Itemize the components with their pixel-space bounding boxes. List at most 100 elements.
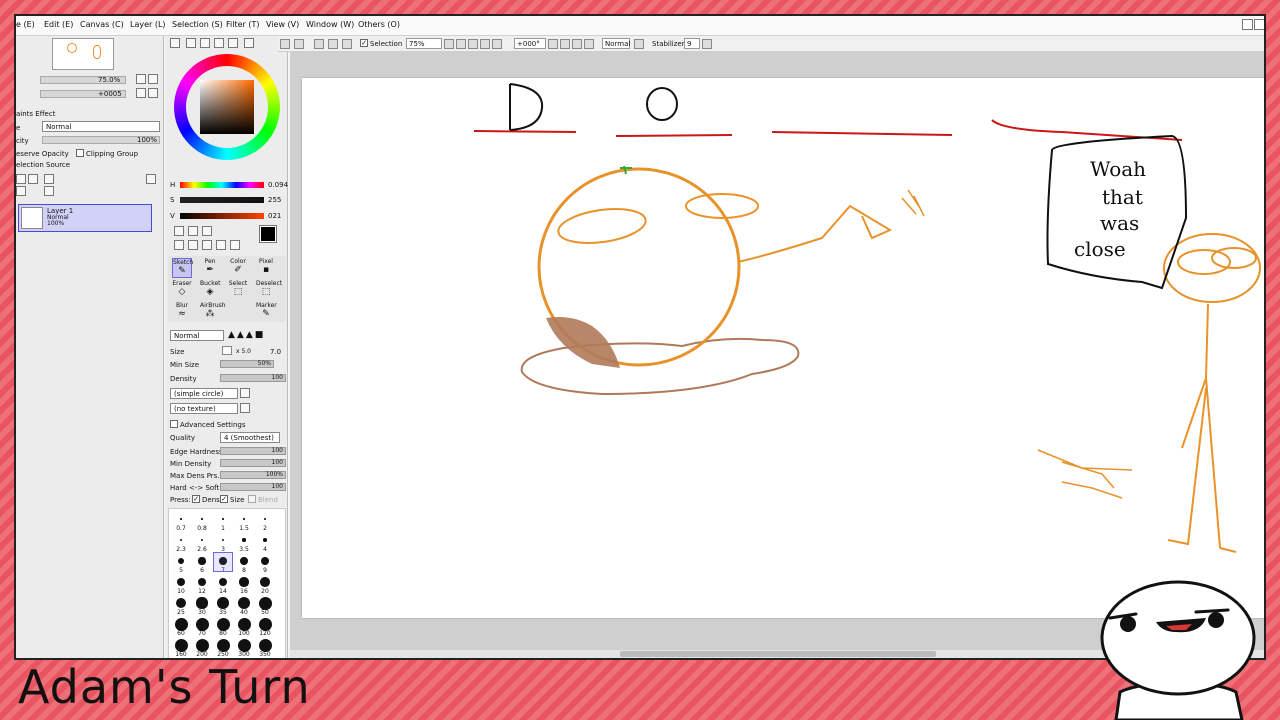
brush-size-dot[interactable] <box>264 518 266 520</box>
brush-shape-icons[interactable]: ▲▲▲■ <box>228 330 284 341</box>
clipping-group-checkbox[interactable] <box>76 149 84 157</box>
undo-icon[interactable] <box>280 39 290 49</box>
selection-checkbox[interactable]: ✓ <box>360 39 368 47</box>
layer-mode-select[interactable]: Normal <box>42 121 160 132</box>
drawing-canvas[interactable]: Woah that was close <box>302 78 1264 618</box>
zoom-out-icon[interactable] <box>456 39 466 49</box>
color-panel-menu-icon[interactable] <box>244 38 254 48</box>
rotate-tool-icon[interactable] <box>202 240 212 250</box>
eyedropper-icon[interactable] <box>230 240 240 250</box>
brush-size-dot[interactable] <box>218 577 228 587</box>
color-wheel-tab-icon[interactable] <box>170 38 180 48</box>
brush-size-dot[interactable] <box>221 538 225 542</box>
color-sv-square[interactable] <box>200 80 254 134</box>
size-mult-toggle[interactable] <box>222 346 232 355</box>
brush-size-dot[interactable] <box>243 518 245 520</box>
zoom-in-icon[interactable] <box>444 39 454 49</box>
brush-size-dot[interactable] <box>216 638 230 652</box>
invert-selection-icon[interactable] <box>328 39 338 49</box>
user-colors-tab-icon[interactable] <box>228 38 238 48</box>
swatches-tab-icon[interactable] <box>200 38 210 48</box>
zoom-tool-icon[interactable] <box>188 240 198 250</box>
lasso-tool-icon[interactable] <box>188 226 198 236</box>
menu-canvas[interactable]: Canvas (C) <box>80 20 124 29</box>
brush-size-dot[interactable] <box>180 518 182 520</box>
brush-size-dot[interactable] <box>258 617 272 631</box>
tool-blur[interactable]: Blur ≈ <box>172 302 192 322</box>
blend-mode-select[interactable]: Normal <box>602 38 630 49</box>
layer-panel-menu-icon[interactable] <box>146 174 156 184</box>
rgb-slider-tab-icon[interactable] <box>186 38 196 48</box>
rotate-left-icon[interactable] <box>548 39 558 49</box>
brush-size-dot[interactable] <box>196 597 208 609</box>
restore-window-icon[interactable] <box>1242 19 1253 30</box>
press-blend-checkbox[interactable] <box>248 495 256 503</box>
brush-shape-dropdown-icon[interactable] <box>240 388 250 398</box>
max-dens-slider[interactable]: 100% <box>220 471 286 479</box>
redo-icon[interactable] <box>294 39 304 49</box>
hue-slider[interactable] <box>180 182 264 188</box>
new-linework-layer-icon[interactable] <box>28 174 38 184</box>
scrollbar-thumb[interactable] <box>620 651 936 657</box>
scratchpad-tab-icon[interactable] <box>214 38 224 48</box>
rotate-right-icon[interactable] <box>560 39 570 49</box>
tool-bucket[interactable]: Bucket ◈ <box>200 280 221 300</box>
zoom-reset-icon[interactable] <box>468 39 478 49</box>
select-tool-icon[interactable] <box>174 226 184 236</box>
layer-opacity-slider[interactable]: 100% <box>42 136 160 144</box>
press-size-checkbox[interactable]: ✓ <box>220 495 228 503</box>
min-density-slider[interactable]: 100 <box>220 459 286 467</box>
menu-layer[interactable]: Layer (L) <box>130 20 166 29</box>
layer-item-layer-1[interactable]: Layer 1 Normal 100% <box>18 204 152 232</box>
brush-size-dot[interactable] <box>258 596 272 610</box>
menu-others[interactable]: Others (O) <box>358 20 400 29</box>
tool-sketch[interactable]: Sketch ✎ <box>172 258 193 278</box>
brush-size-dot[interactable] <box>195 617 209 631</box>
rotation-select[interactable]: +000° <box>514 38 546 49</box>
brush-size-dot[interactable] <box>174 617 188 631</box>
brush-size-dot[interactable] <box>198 557 206 565</box>
min-size-slider[interactable]: 50% <box>220 360 274 368</box>
tool-pixel[interactable]: Pixel ▪ <box>256 258 276 278</box>
brush-size-dot[interactable] <box>222 518 224 520</box>
menu-filter[interactable]: Filter (T) <box>226 20 259 29</box>
brush-size-dot[interactable] <box>197 577 207 587</box>
nav-zoom-out-icon[interactable] <box>148 74 158 84</box>
brush-size-dot[interactable] <box>176 577 186 587</box>
tool-pen[interactable]: Pen ✒ <box>200 258 220 278</box>
brush-size-dot[interactable] <box>179 538 183 542</box>
menu-selection[interactable]: Selection (S) <box>172 20 223 29</box>
brush-size-dot[interactable] <box>258 638 272 652</box>
deselect-icon[interactable] <box>314 39 324 49</box>
transfer-down-icon[interactable] <box>16 186 26 196</box>
menu-window[interactable]: Window (W) <box>306 20 354 29</box>
new-layer-icon[interactable] <box>16 174 26 184</box>
density-slider[interactable]: 100 <box>220 374 286 382</box>
blend-dropdown-icon[interactable] <box>634 39 644 49</box>
brush-blend-select[interactable]: Normal <box>170 330 224 341</box>
menu-view[interactable]: View (V) <box>266 20 299 29</box>
brush-shape-select[interactable]: (simple circle) <box>170 388 238 399</box>
new-folder-icon[interactable] <box>44 174 54 184</box>
zoom-select[interactable]: 75% <box>406 38 442 49</box>
menu-file[interactable]: e (E) <box>16 20 35 29</box>
brush-size-dot[interactable] <box>200 538 204 542</box>
navigator-thumbnail[interactable] <box>52 38 114 70</box>
brush-size-dot[interactable] <box>216 617 230 631</box>
menu-edit[interactable]: Edit (E) <box>44 20 73 29</box>
brush-size-dot[interactable] <box>217 597 229 609</box>
tool-select[interactable]: Select ⬚ <box>228 280 248 300</box>
brush-size-dot[interactable] <box>237 596 251 610</box>
brush-size-dot[interactable] <box>175 597 187 609</box>
brush-size-dot[interactable] <box>177 557 185 565</box>
stabilizer-select[interactable]: 9 <box>684 38 700 49</box>
brush-size-dot[interactable] <box>263 538 267 542</box>
hard-soft-slider[interactable]: 100 <box>220 483 286 491</box>
brush-size-dot[interactable] <box>195 638 209 652</box>
flip-horizontal-icon[interactable] <box>584 39 594 49</box>
value-slider[interactable] <box>180 213 264 219</box>
close-window-icon[interactable] <box>1254 19 1264 30</box>
stabilizer-dropdown-icon[interactable] <box>702 39 712 49</box>
brush-size-dot[interactable] <box>237 638 251 652</box>
nav-rotate-right-icon[interactable] <box>148 88 158 98</box>
